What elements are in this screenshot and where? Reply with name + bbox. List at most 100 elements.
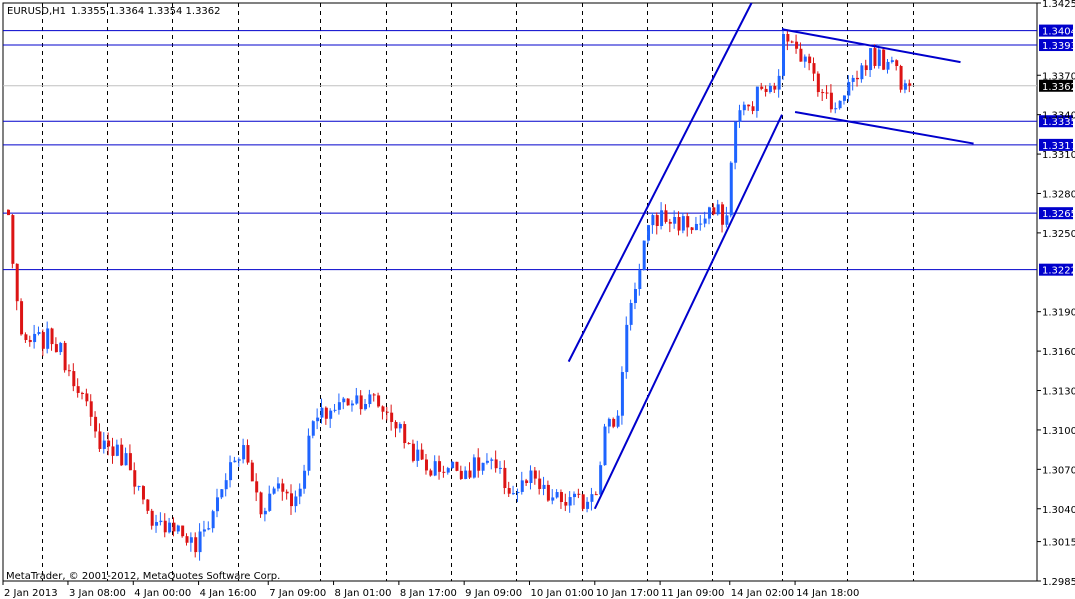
candle-body xyxy=(468,470,472,478)
candle-body xyxy=(760,86,764,89)
candle-body xyxy=(499,467,503,469)
candle-body xyxy=(37,332,41,334)
candle-body xyxy=(851,77,855,82)
candle-body xyxy=(263,510,267,515)
candle-body xyxy=(707,207,711,219)
x-tick-label: 14 Jan 18:00 xyxy=(796,588,859,599)
candle-body xyxy=(303,470,307,489)
candle-body xyxy=(50,328,54,345)
candle-body xyxy=(124,453,128,466)
candle-body xyxy=(220,489,224,498)
candle-body xyxy=(194,537,198,553)
candle-body xyxy=(359,395,363,410)
candle xyxy=(472,454,476,479)
y-tick-label: 1.3015 xyxy=(1042,538,1075,549)
candle-body xyxy=(668,221,672,224)
candle-body xyxy=(159,520,163,523)
y-tick-label: 1.3340 xyxy=(1042,111,1075,122)
candle-body xyxy=(390,412,394,422)
candle-body xyxy=(677,216,681,231)
candle-body xyxy=(459,470,463,479)
candle-body xyxy=(559,492,563,502)
candle-body xyxy=(551,497,555,501)
candle-body xyxy=(490,459,494,461)
y-tick-label: 1.3130 xyxy=(1042,387,1075,398)
candle-body xyxy=(329,410,333,419)
candle-body xyxy=(869,48,873,71)
candle-body xyxy=(877,49,881,66)
candle-body xyxy=(346,398,350,406)
candle-body xyxy=(176,525,180,532)
candle-body xyxy=(586,501,590,509)
x-tick-label: 9 Jan 09:00 xyxy=(465,588,522,599)
price-chart[interactable]: 1.34041.33931.33351.33171.32651.32221.33… xyxy=(0,0,1075,599)
candle-body xyxy=(751,106,755,111)
candle-body xyxy=(525,480,529,483)
candle-body xyxy=(612,418,616,427)
copyright-text: MetaTrader, © 2001-2012, MetaQuotes Soft… xyxy=(6,571,280,582)
candle-body xyxy=(803,56,807,62)
candle-body xyxy=(725,215,729,225)
candle-body xyxy=(115,444,119,456)
candle-body xyxy=(259,492,263,515)
candle-body xyxy=(133,470,137,487)
candle-body xyxy=(747,104,751,107)
plot-area xyxy=(2,2,1038,582)
candle-body xyxy=(856,77,860,80)
candle-body xyxy=(294,496,298,507)
candle-body xyxy=(573,493,577,498)
y-tick-label: 1.3425 xyxy=(1042,0,1075,10)
candle xyxy=(311,420,315,439)
candle-body xyxy=(660,210,664,227)
candle-body xyxy=(102,440,106,449)
candle-body xyxy=(633,288,637,304)
candle-body xyxy=(63,342,67,371)
symbol-label: EURUSD,H1 xyxy=(7,6,66,17)
candle-body xyxy=(189,537,193,543)
candle-body xyxy=(137,486,141,488)
candle-body xyxy=(381,406,385,412)
level-tag-label: 1.3404 xyxy=(1042,27,1075,38)
y-tick-label: 1.3040 xyxy=(1042,505,1075,516)
candle-body xyxy=(107,440,111,447)
candle-body xyxy=(324,407,328,419)
candle-body xyxy=(455,461,459,471)
x-tick-label: 8 Jan 01:00 xyxy=(335,588,392,599)
candle-body xyxy=(485,460,489,463)
candle xyxy=(181,525,185,538)
candle xyxy=(734,121,738,170)
candle-body xyxy=(664,210,668,222)
candle-body xyxy=(172,522,176,532)
candle-body xyxy=(481,462,485,471)
candle-body xyxy=(333,409,337,411)
candle-body xyxy=(24,334,28,340)
candle-body xyxy=(320,407,324,418)
candle-body xyxy=(185,536,189,543)
candle-body xyxy=(503,467,507,489)
candle-body xyxy=(316,417,320,422)
candle-body xyxy=(734,121,738,163)
candle-body xyxy=(451,461,455,469)
candle-body xyxy=(834,108,838,110)
candle-body xyxy=(555,492,559,498)
candle-body xyxy=(76,386,80,393)
y-tick-label: 1.3280 xyxy=(1042,189,1075,200)
candle-body xyxy=(7,209,10,216)
candle-body xyxy=(377,395,381,407)
x-tick-label: 4 Jan 16:00 xyxy=(200,588,257,599)
candle-body xyxy=(755,86,759,111)
candle-body xyxy=(620,372,624,416)
candle-body xyxy=(542,484,546,489)
candle-body xyxy=(385,411,389,413)
candle-body xyxy=(424,459,428,471)
y-tick-label: 1.3190 xyxy=(1042,308,1075,319)
time-axis: 2 Jan 2013 3 Jan 08:00 4 Jan 00:00 4 Jan 16… xyxy=(2,581,859,599)
candle-body xyxy=(355,395,359,404)
candle-body xyxy=(54,344,58,353)
candle-body xyxy=(729,162,733,216)
candle-body xyxy=(342,398,346,403)
x-tick-label: 4 Jan 00:00 xyxy=(134,588,191,599)
y-tick-label: 1.2985 xyxy=(1042,577,1075,588)
candle-body xyxy=(599,465,603,495)
candle-body xyxy=(890,60,894,62)
